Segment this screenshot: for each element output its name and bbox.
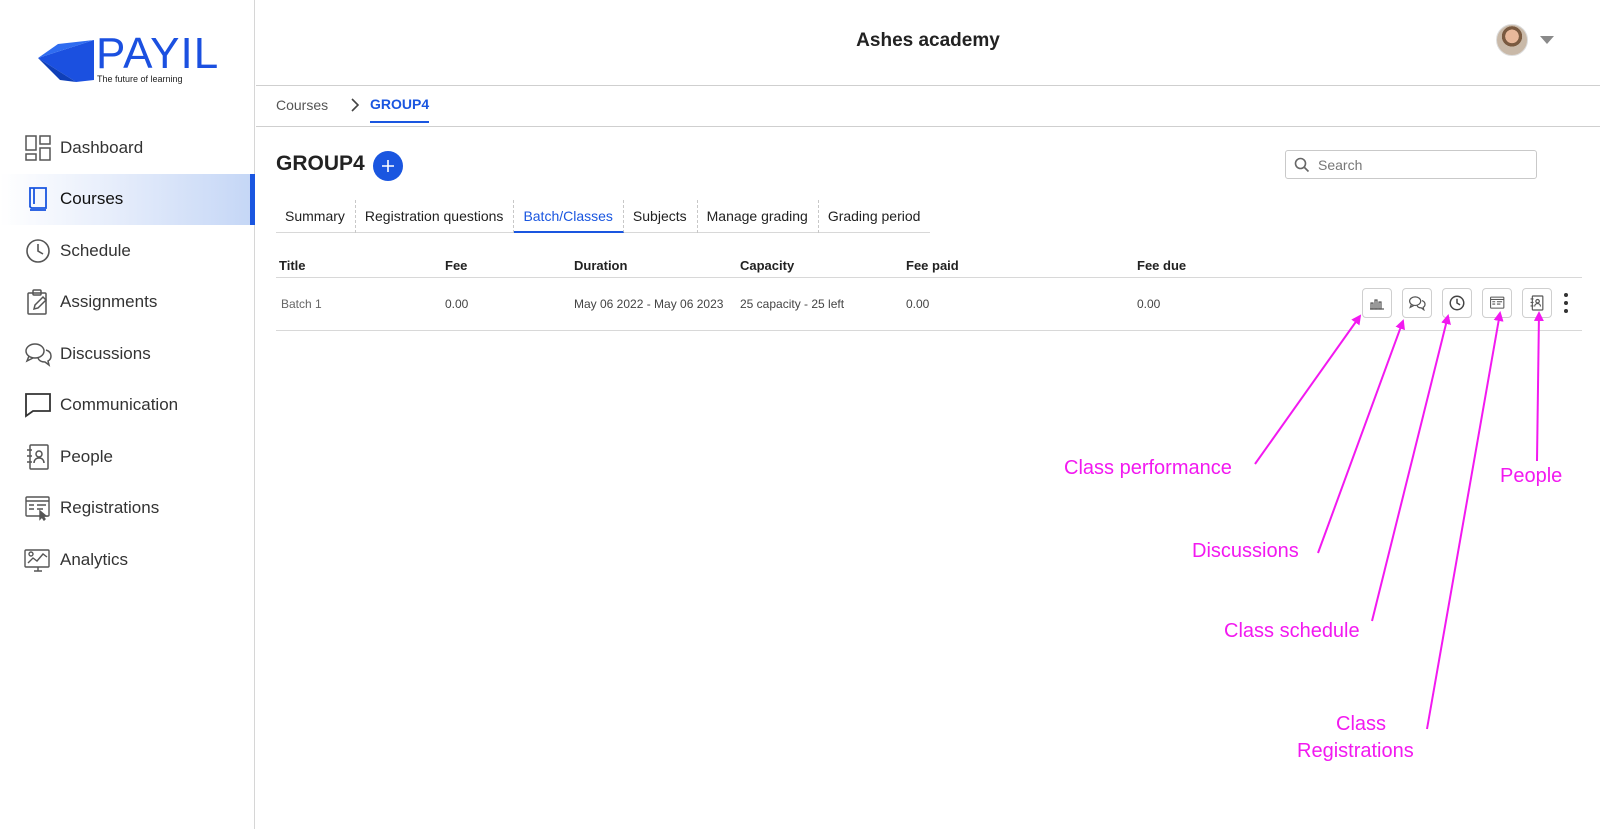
tab-subjects[interactable]: Subjects <box>624 200 698 233</box>
search-box[interactable] <box>1285 150 1537 179</box>
discussions-button[interactable] <box>1402 288 1432 318</box>
sidebar-item-label: Dashboard <box>60 137 144 157</box>
sidebar-item-label: Registrations <box>60 498 160 518</box>
sidebar-item-people[interactable]: People <box>0 431 255 483</box>
bar-chart-icon <box>1370 299 1384 310</box>
batch-table: Title Fee Duration Capacity Fee paid Fee… <box>276 254 1582 331</box>
top-header: Ashes academy <box>256 0 1600 86</box>
annotation-class-schedule: Class schedule <box>1224 620 1360 642</box>
sidebar-item-label: Courses <box>60 189 124 209</box>
annotation-class-performance: Class performance <box>1064 457 1232 479</box>
sidebar-item-label: People <box>60 446 113 466</box>
annotation-people: People <box>1500 465 1563 487</box>
cell-capacity: 25 capacity - 25 left <box>740 297 845 311</box>
course-tabs: Summary Registration questions Batch/Cla… <box>276 200 931 233</box>
sidebar-item-registrations[interactable]: Registrations <box>0 483 255 535</box>
annotation-class-registrations-line2: Registrations <box>1297 740 1414 762</box>
column-header-fee-due: Fee due <box>1137 258 1187 273</box>
search-input[interactable] <box>1318 156 1528 173</box>
tab-manage-grading[interactable]: Manage grading <box>698 200 819 233</box>
message-icon <box>24 391 52 419</box>
search-icon <box>1294 157 1310 172</box>
book-icon <box>24 185 52 213</box>
tab-batch-classes[interactable]: Batch/Classes <box>514 200 624 233</box>
sidebar-nav: Dashboard Courses Schedule Assignments D… <box>0 122 255 586</box>
caret-down-icon[interactable] <box>1540 36 1554 44</box>
cell-fee-paid: 0.00 <box>906 297 930 311</box>
breadcrumb-courses-link[interactable]: Courses <box>276 97 328 113</box>
dashboard-icon <box>24 134 52 162</box>
plus-icon <box>382 160 394 172</box>
class-registrations-button[interactable] <box>1482 288 1512 318</box>
more-vertical-icon[interactable] <box>1560 291 1572 315</box>
clock-icon <box>24 237 52 265</box>
column-header-fee-paid: Fee paid <box>906 258 959 273</box>
user-avatar[interactable] <box>1496 24 1528 56</box>
registration-form-icon <box>24 494 52 522</box>
column-header-title: Title <box>279 258 306 273</box>
brand-logo[interactable]: PAYIL The future of learning <box>38 30 218 88</box>
sidebar-item-courses[interactable]: Courses <box>0 173 255 225</box>
sidebar: PAYIL The future of learning Dashboard C… <box>0 0 255 829</box>
logo-mark-icon <box>38 40 94 82</box>
sidebar-item-communication[interactable]: Communication <box>0 380 255 432</box>
sidebar-item-label: Communication <box>60 395 179 415</box>
tab-grading-period[interactable]: Grading period <box>819 200 931 233</box>
contact-book-icon <box>1530 295 1544 311</box>
cell-fee: 0.00 <box>445 297 469 311</box>
arrow-class-performance <box>1254 314 1362 465</box>
add-batch-button[interactable] <box>373 151 403 181</box>
arrow-class-schedule <box>1371 314 1451 622</box>
cell-title[interactable]: Batch 1 <box>281 297 322 311</box>
clipboard-pencil-icon <box>24 288 52 316</box>
annotation-class-registrations-line1: Class <box>1336 713 1387 735</box>
arrow-people <box>1533 311 1544 462</box>
table-header: Title Fee Duration Capacity Fee paid Fee… <box>276 254 1582 278</box>
chevron-right-icon <box>350 97 360 118</box>
analytics-icon <box>24 546 52 574</box>
organization-name: Ashes academy <box>856 30 1000 51</box>
cell-fee-due: 0.00 <box>1137 297 1161 311</box>
contact-book-icon <box>24 443 52 471</box>
sidebar-item-discussions[interactable]: Discussions <box>0 328 255 380</box>
arrow-discussions <box>1317 319 1405 554</box>
class-schedule-button[interactable] <box>1442 288 1472 318</box>
column-header-fee: Fee <box>445 258 468 273</box>
breadcrumb: Courses GROUP4 <box>256 87 1600 127</box>
brand-tagline: The future of learning <box>97 74 183 84</box>
brand-name: PAYIL <box>96 29 220 78</box>
people-button[interactable] <box>1522 288 1552 318</box>
sidebar-item-label: Analytics <box>60 549 129 569</box>
class-performance-button[interactable] <box>1362 288 1392 318</box>
column-header-duration: Duration <box>574 258 628 273</box>
table-row[interactable]: Batch 1 0.00 May 06 2022 - May 06 2023 2… <box>276 278 1582 331</box>
chat-bubbles-icon <box>24 340 52 368</box>
sidebar-item-schedule[interactable]: Schedule <box>0 225 255 277</box>
sidebar-item-assignments[interactable]: Assignments <box>0 277 255 329</box>
sidebar-item-label: Discussions <box>60 343 151 363</box>
column-header-capacity: Capacity <box>740 258 795 273</box>
row-actions <box>1362 288 1572 318</box>
sidebar-item-label: Schedule <box>60 240 131 260</box>
sidebar-item-label: Assignments <box>60 292 158 312</box>
tab-registration-questions[interactable]: Registration questions <box>356 200 515 233</box>
chat-bubbles-icon <box>1409 296 1426 311</box>
registrations-icon <box>1489 296 1504 309</box>
tab-summary[interactable]: Summary <box>276 200 356 233</box>
annotation-discussions: Discussions <box>1192 540 1299 562</box>
arrow-class-registrations <box>1426 311 1504 730</box>
sidebar-item-dashboard[interactable]: Dashboard <box>0 122 255 174</box>
breadcrumb-current[interactable]: GROUP4 <box>370 96 430 123</box>
clock-icon <box>1449 295 1465 311</box>
cell-duration: May 06 2022 - May 06 2023 <box>574 297 724 311</box>
sidebar-item-analytics[interactable]: Analytics <box>0 534 255 586</box>
page-title: GROUP4 <box>276 152 365 175</box>
